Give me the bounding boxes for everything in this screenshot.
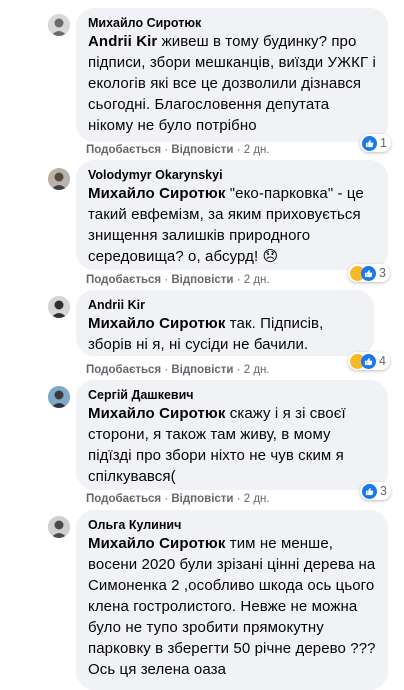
like-reaction-icon (362, 135, 377, 151)
comment-author[interactable]: Ольга Кулинич (88, 517, 376, 533)
comment-bubble: Volodymyr Okarynskyi Михайло Сиротюк "ек… (76, 160, 388, 270)
separator: · (161, 364, 172, 376)
comment-bubble: Михайло Сиротюк Andrii Kir живеш в тому … (76, 8, 388, 142)
like-reaction-icon (362, 483, 377, 499)
avatar[interactable] (48, 14, 70, 36)
timestamp[interactable]: 2 дн. (244, 364, 270, 376)
reply-link[interactable]: Відповісти (171, 493, 233, 505)
separator: · (161, 274, 172, 286)
avatar[interactable] (48, 386, 70, 408)
reaction-count[interactable]: 3 (348, 264, 390, 282)
reaction-count[interactable]: 1 (360, 134, 391, 152)
comment-author[interactable]: Andrii Kir (88, 297, 362, 313)
like-link[interactable]: Подобається (86, 144, 161, 156)
separator: · (161, 144, 172, 156)
comment-text: Михайло Сиротюк так. Підписів, зборів ні… (88, 313, 362, 355)
separator: · (233, 144, 244, 156)
timestamp[interactable]: 2 дн. (244, 493, 270, 505)
reaction-count-value: 4 (379, 354, 386, 368)
like-reaction-icon (361, 353, 376, 369)
reaction-count-value: 1 (380, 136, 387, 150)
comment-body: тим не менше, восени 2020 були зрізані ц… (88, 535, 376, 678)
reaction-count-value: 3 (379, 266, 386, 280)
reaction-count[interactable]: 3 (360, 482, 391, 500)
comment-text: Andrii Kir живеш в тому будинку? про під… (88, 31, 376, 136)
comment-author[interactable]: Сергій Дашкевич (88, 387, 376, 403)
comment-text: Михайло Сиротюк "еко-парковка" - це таки… (88, 183, 376, 267)
reaction-count[interactable]: 4 (348, 352, 390, 370)
comment-actions: Подобається · Відповісти · 2 дн. (86, 273, 270, 287)
reaction-count-value: 3 (380, 484, 387, 498)
comment-text: Михайло Сиротюк тим не менше, восени 202… (88, 533, 376, 680)
mention-link[interactable]: Михайло Сиротюк (88, 535, 225, 552)
timestamp[interactable]: 2 дн. (244, 274, 270, 286)
comment-actions: Подобається · Відповісти · 2 дн. (86, 492, 270, 506)
avatar[interactable] (48, 516, 70, 538)
timestamp[interactable]: 2 дн. (244, 144, 270, 156)
comment-actions: Подобається · Відповісти · 2 дн. (86, 363, 270, 377)
avatar[interactable] (48, 168, 70, 190)
separator: · (233, 493, 244, 505)
separator: · (233, 364, 244, 376)
separator: · (233, 274, 244, 286)
reply-link[interactable]: Відповісти (171, 144, 233, 156)
reply-link[interactable]: Відповісти (171, 274, 233, 286)
like-link[interactable]: Подобається (86, 493, 161, 505)
mention-link[interactable]: Михайло Сиротюк (88, 315, 225, 332)
mention-link[interactable]: Михайло Сиротюк (88, 405, 225, 422)
mention-link[interactable]: Михайло Сиротюк (88, 185, 225, 202)
like-link[interactable]: Подобається (86, 364, 161, 376)
comment-author[interactable]: Михайло Сиротюк (88, 15, 376, 31)
comment-bubble: Ольга Кулинич Михайло Сиротюк тим не мен… (76, 510, 388, 690)
comment-author[interactable]: Volodymyr Okarynskyi (88, 167, 376, 183)
avatar[interactable] (48, 296, 70, 318)
comment-actions: Подобається · Відповісти · 2 дн. (86, 143, 270, 157)
separator: · (161, 493, 172, 505)
comment-bubble: Сергій Дашкевич Михайло Сиротюк скажу і … (76, 380, 388, 490)
like-link[interactable]: Подобається (86, 274, 161, 286)
comment-text: Михайло Сиротюк скажу і я зі своєї сторо… (88, 403, 376, 487)
like-reaction-icon (361, 265, 376, 281)
mention-link[interactable]: Andrii Kir (88, 33, 157, 50)
comment-bubble: Andrii Kir Михайло Сиротюк так. Підписів… (76, 290, 374, 356)
reply-link[interactable]: Відповісти (171, 364, 233, 376)
